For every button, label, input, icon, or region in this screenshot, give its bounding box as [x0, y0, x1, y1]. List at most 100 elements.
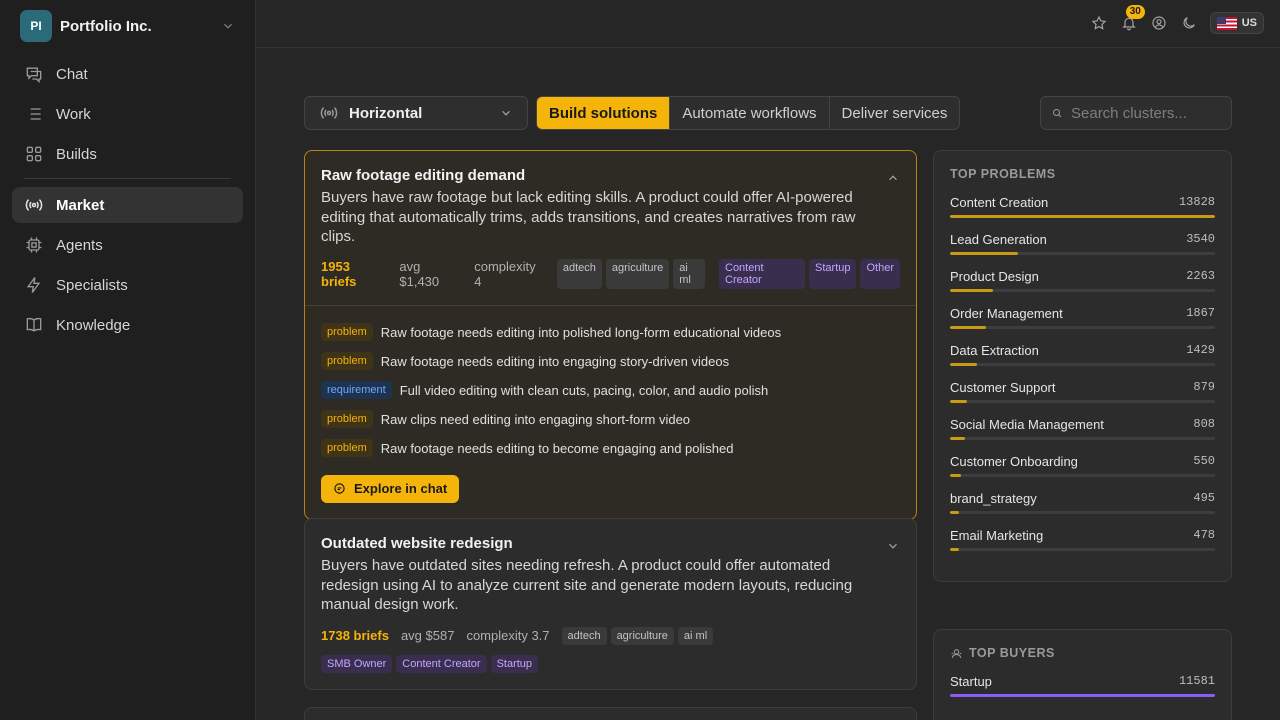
stat-bar-fill: [950, 437, 966, 440]
panel-title: TOP PROBLEMS: [950, 167, 1056, 181]
bell-icon[interactable]: 30: [1120, 5, 1145, 32]
stat-bar-fill: [950, 474, 961, 477]
locale-selector[interactable]: US: [1209, 12, 1264, 34]
stat-item[interactable]: Customer Support 879: [950, 380, 1215, 403]
industry-tags: adtech agriculture ai ml: [556, 258, 705, 289]
buyer-tags-row: SMB Owner Content Creator Startup: [321, 654, 900, 673]
sidebar-item-agents[interactable]: Agents: [12, 227, 243, 263]
stat-bar-fill: [950, 548, 960, 551]
broadcast-icon: [24, 195, 44, 215]
stat-name: Order Management: [950, 306, 1063, 321]
sidebar-item-market[interactable]: Market: [12, 187, 243, 223]
stat-row: Email Marketing 478: [950, 528, 1215, 543]
industry-tag: adtech: [561, 626, 607, 645]
stat-item[interactable]: Product Design 2263: [950, 269, 1215, 292]
signal-type-badge: problem: [321, 352, 373, 370]
stat-value: 3540: [1186, 232, 1215, 246]
grid-icon: [24, 144, 44, 164]
stat-bar-track: [950, 511, 1215, 514]
user-circle-icon[interactable]: [1150, 14, 1168, 32]
stat-name: Startup: [950, 674, 992, 689]
stat-item[interactable]: Startup 11581: [950, 674, 1215, 697]
industry-tag: agriculture: [610, 626, 674, 645]
stat-row: Customer Onboarding 550: [950, 454, 1215, 469]
search-input[interactable]: [1071, 104, 1221, 122]
buyer-tag: SMB Owner: [321, 654, 393, 673]
sidebar-item-knowledge[interactable]: Knowledge: [12, 307, 243, 343]
view-select[interactable]: Horizontal: [304, 96, 528, 130]
stat-row: Startup 11581: [950, 674, 1215, 689]
cluster-search: [1040, 96, 1232, 130]
notification-badge: 30: [1125, 5, 1145, 19]
star-icon[interactable]: [1090, 14, 1108, 32]
signal-type-badge: problem: [321, 323, 373, 341]
stat-name: Lead Generation: [950, 232, 1047, 247]
stat-value: 13828: [1178, 195, 1215, 209]
stat-bar-track: [950, 363, 1215, 366]
explore-in-chat-button[interactable]: Explore in chat: [321, 474, 460, 503]
sidebar-item-builds[interactable]: Builds: [12, 136, 243, 172]
stat-name: brand_strategy: [950, 491, 1037, 506]
stat-bar-track: [950, 694, 1215, 697]
signal-text: Raw footage needs editing to become enga…: [380, 440, 734, 456]
stat-item[interactable]: Lead Generation 3540: [950, 232, 1215, 255]
stat-item[interactable]: brand_strategy 495: [950, 491, 1215, 514]
sidebar-item-label: Chat: [56, 65, 88, 83]
sidebar-item-specialists[interactable]: Specialists: [12, 267, 243, 303]
stat-row: Lead Generation 3540: [950, 232, 1215, 247]
org-avatar: PI: [20, 10, 52, 42]
org-switcher[interactable]: PI Portfolio Inc.: [0, 0, 255, 52]
stat-row: Customer Support 879: [950, 380, 1215, 395]
stat-bar-track: [950, 289, 1215, 292]
panel-title: TOP BUYERS: [950, 646, 1215, 660]
chevron-down-icon: [224, 23, 232, 29]
chevron-down-icon[interactable]: [886, 539, 900, 553]
top-buyers-list: Startup 11581: [950, 674, 1215, 697]
buyer-tag: Content Creator: [396, 654, 487, 673]
cluster-description: Buyers have outdated sites needing refre…: [321, 557, 853, 613]
segment-deliver-services[interactable]: Deliver services: [828, 97, 960, 129]
stat-bar-track: [950, 474, 1215, 477]
stat-item[interactable]: Customer Onboarding 550: [950, 454, 1215, 477]
stat-item[interactable]: Social Media Management 808: [950, 417, 1215, 440]
stat-item[interactable]: Order Management 1867: [950, 306, 1215, 329]
cluster-card[interactable]: Outdated website redesign Buyers have ou…: [304, 518, 917, 690]
sidebar-item-chat[interactable]: Chat: [12, 56, 243, 92]
signal-list: problem Raw footage needs editing into p…: [321, 318, 900, 463]
avg-price: avg $1,430: [399, 258, 440, 289]
cluster-title: Outdated website redesign: [321, 535, 513, 552]
signal-text: Raw clips need editing into engaging sho…: [380, 411, 691, 427]
book-icon: [24, 315, 44, 335]
stat-name: Customer Onboarding: [950, 454, 1078, 469]
chevron-up-icon[interactable]: [886, 171, 900, 185]
cluster-meta: 1738 briefs avg $587 complexity 3.7 adte…: [321, 626, 900, 645]
industry-tag: agriculture: [605, 258, 670, 289]
moon-icon[interactable]: [1180, 14, 1198, 32]
topbar-actions: 30 US: [1090, 5, 1264, 34]
stat-value: 808: [1193, 417, 1215, 431]
buyer-tag: Startup: [490, 654, 539, 673]
cluster-card[interactable]: Raw footage editing demand Buyers have r…: [304, 150, 917, 520]
stat-bar-track: [950, 548, 1215, 551]
sidebar-item-label: Agents: [56, 236, 103, 254]
stat-value: 495: [1193, 491, 1215, 505]
divider: [305, 304, 916, 306]
cluster-card[interactable]: [304, 707, 917, 720]
stat-item[interactable]: Data Extraction 1429: [950, 343, 1215, 366]
segment-build-solutions[interactable]: Build solutions: [537, 97, 670, 129]
stat-bar-fill: [950, 252, 1018, 255]
cpu-icon: [24, 235, 44, 255]
sidebar-item-label: Market: [56, 196, 105, 214]
buyer-tag: Startup: [809, 258, 857, 289]
stat-bar-fill: [950, 511, 960, 514]
stat-item[interactable]: Content Creation 13828: [950, 195, 1215, 218]
industry-tags: adtech agriculture ai ml: [561, 626, 714, 645]
sidebar-item-work[interactable]: Work: [12, 96, 243, 132]
segment-automate-workflows[interactable]: Automate workflows: [669, 97, 828, 129]
stat-item[interactable]: Email Marketing 478: [950, 528, 1215, 551]
stat-row: brand_strategy 495: [950, 491, 1215, 506]
sidebar-nav: Chat Work Builds Market Agents Specialis…: [0, 52, 255, 351]
signal-item: requirement Full video editing with clea…: [321, 376, 900, 405]
org-name: Portfolio Inc.: [60, 17, 152, 35]
stat-bar-fill: [950, 694, 1215, 697]
